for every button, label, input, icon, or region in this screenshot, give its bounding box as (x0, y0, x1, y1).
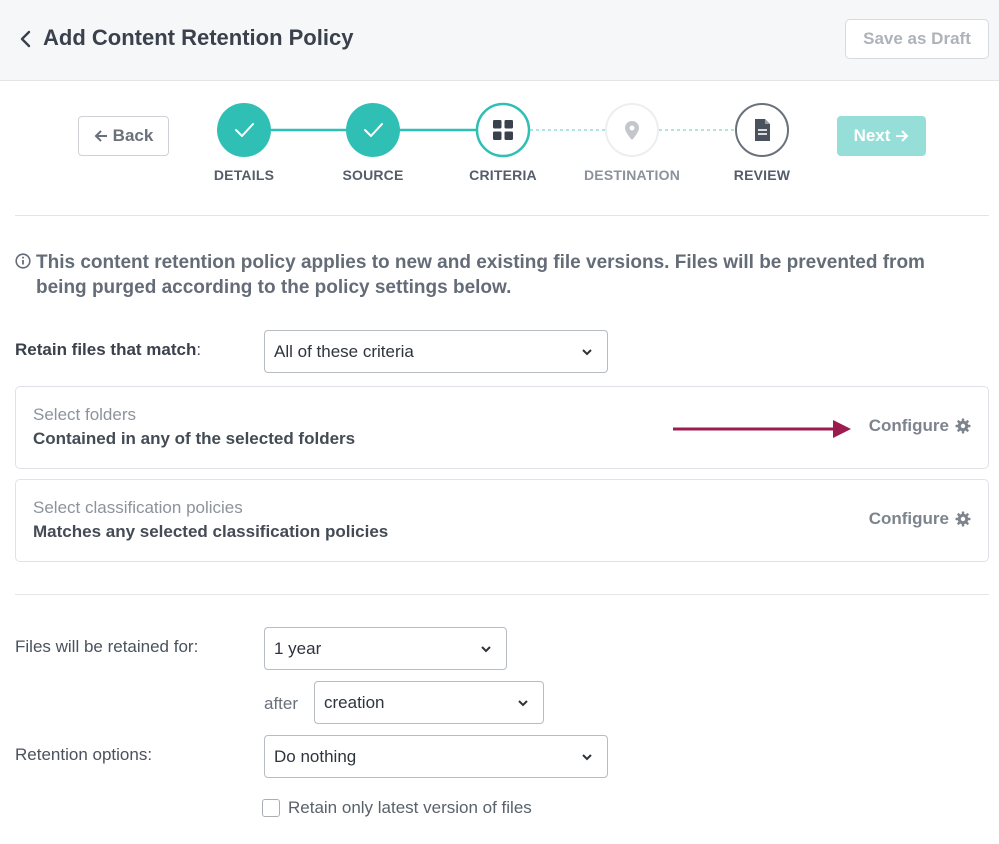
step-details-circle[interactable] (217, 103, 271, 157)
chevron-down-icon (518, 700, 528, 707)
gear-icon (955, 511, 971, 527)
latest-version-checkbox[interactable] (262, 799, 280, 817)
retention-after-value: creation (324, 692, 385, 712)
document-icon (755, 119, 770, 141)
step-label-review: REVIEW (733, 167, 791, 183)
step-label-criteria: CRITERIA (469, 167, 537, 183)
gear-icon (955, 418, 971, 434)
configure-label: Configure (868, 509, 949, 528)
info-icon (15, 253, 31, 269)
latest-version-label[interactable]: Retain only latest version of files (288, 798, 532, 818)
folders-configure-button[interactable]: Configure (869, 416, 971, 436)
chevron-down-icon (582, 349, 592, 356)
after-label: after (264, 694, 299, 713)
classification-card-title: Matches any selected classification poli… (33, 522, 389, 541)
back-chevron-icon[interactable] (18, 28, 34, 50)
step-label-details: DETAILS (213, 167, 275, 183)
retention-options-label: Retention options: (15, 745, 153, 764)
classification-criteria-card: Select classification policies Matches a… (15, 479, 989, 562)
retention-after-select[interactable]: creation (314, 681, 544, 724)
match-criteria-value: All of these criteria (274, 341, 414, 361)
match-criteria-label: Retain files that match: (15, 340, 202, 359)
annotation-arrow-icon (673, 420, 851, 438)
info-text: This content retention policy applies to… (36, 252, 925, 298)
step-criteria-circle[interactable] (475, 102, 531, 158)
chevron-down-icon (582, 754, 592, 761)
retention-duration-value: 1 year (274, 638, 322, 658)
info-message: This content retention policy applies to… (15, 250, 975, 300)
classification-card-subtitle: Select classification policies (33, 498, 243, 517)
divider (15, 215, 989, 216)
configure-label: Configure (868, 416, 949, 435)
chevron-down-icon (481, 646, 491, 653)
save-as-draft-button[interactable]: Save as Draft (845, 19, 989, 59)
retention-options-value: Do nothing (274, 746, 357, 766)
folders-card-subtitle: Select folders (33, 405, 136, 424)
progress-stepper (217, 102, 789, 158)
step-destination-circle[interactable] (605, 103, 659, 157)
retention-duration-select[interactable]: 1 year (264, 627, 507, 670)
retained-for-label: Files will be retained for: (15, 637, 199, 656)
step-label-source: SOURCE (342, 167, 404, 183)
latest-version-option: Retain only latest version of files (262, 798, 532, 818)
match-criteria-select[interactable]: All of these criteria (264, 330, 608, 373)
page-title: Add Content Retention Policy (43, 25, 354, 50)
page-header: Add Content Retention Policy Save as Dra… (0, 0, 999, 81)
retention-options-select[interactable]: Do nothing (264, 735, 608, 778)
divider (15, 594, 989, 595)
classification-configure-button[interactable]: Configure (869, 509, 971, 529)
step-label-destination: DESTINATION (583, 167, 681, 183)
step-source-circle[interactable] (346, 103, 400, 157)
folders-card-title: Contained in any of the selected folders (33, 429, 356, 448)
step-review-circle[interactable] (735, 103, 789, 157)
